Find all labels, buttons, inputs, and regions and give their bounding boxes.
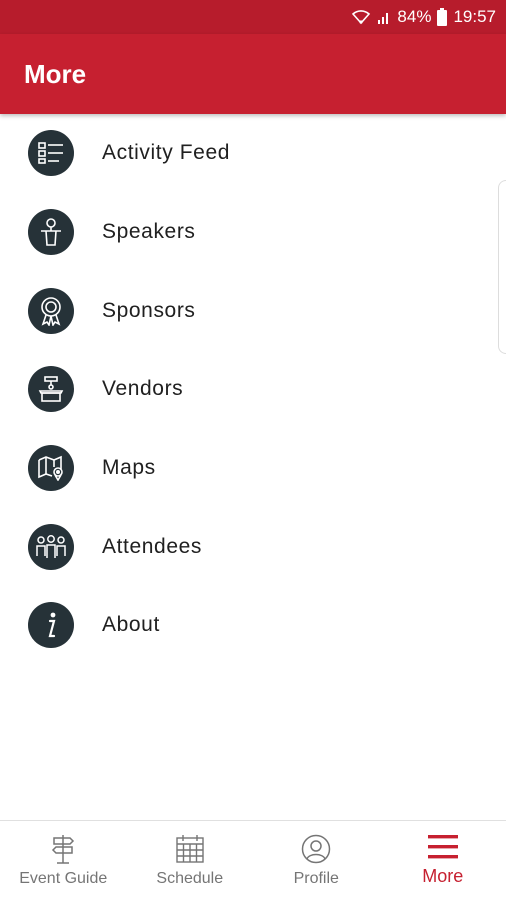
calendar-icon (175, 834, 205, 864)
people-icon (28, 523, 74, 570)
nav-more[interactable]: More (380, 821, 506, 900)
wifi-icon (351, 9, 371, 25)
menu-item-sponsors[interactable]: Sponsors (0, 271, 506, 350)
nav-label: Event Guide (19, 869, 108, 887)
map-icon (28, 445, 74, 492)
profile-icon (301, 834, 331, 864)
list-icon (28, 130, 74, 177)
menu-item-label: About (102, 613, 160, 637)
menu-item-label: Maps (102, 456, 156, 480)
menu-item-label: Sponsors (102, 298, 196, 322)
menu-item-about[interactable]: About (0, 586, 506, 665)
signal-icon (377, 9, 391, 25)
page-title: More (24, 58, 87, 89)
menu-item-label: Vendors (102, 377, 184, 401)
ribbon-award-icon (28, 287, 74, 334)
nav-label: More (422, 866, 464, 886)
menu-item-speakers[interactable]: Speakers (0, 193, 506, 272)
bottom-navigation: Event Guide Schedule Profile More (0, 820, 506, 900)
more-menu-list: Activity Feed Speakers Sponsors Vendors … (0, 114, 506, 665)
menu-item-label: Attendees (102, 534, 202, 558)
menu-item-vendors[interactable]: Vendors (0, 350, 506, 429)
clock: 19:57 (453, 7, 496, 26)
scroll-indicator[interactable] (498, 180, 506, 354)
vendor-booth-icon (28, 366, 74, 413)
app-bar: More (0, 34, 506, 114)
menu-item-activity-feed[interactable]: Activity Feed (0, 114, 506, 193)
nav-event-guide[interactable]: Event Guide (0, 821, 127, 900)
battery-percent: 84% (397, 7, 432, 26)
hamburger-menu-icon (427, 834, 458, 860)
speaker-podium-icon (28, 209, 74, 256)
battery-icon (437, 8, 448, 26)
signpost-icon (50, 834, 76, 864)
menu-item-label: Speakers (102, 220, 196, 244)
nav-schedule[interactable]: Schedule (127, 821, 254, 900)
info-icon (28, 602, 74, 649)
nav-label: Schedule (156, 869, 224, 887)
menu-item-label: Activity Feed (102, 141, 231, 165)
menu-item-maps[interactable]: Maps (0, 429, 506, 508)
menu-item-attendees[interactable]: Attendees (0, 507, 506, 586)
status-bar: 84% 19:57 (0, 0, 506, 34)
nav-label: Profile (293, 869, 339, 887)
nav-profile[interactable]: Profile (253, 821, 380, 900)
